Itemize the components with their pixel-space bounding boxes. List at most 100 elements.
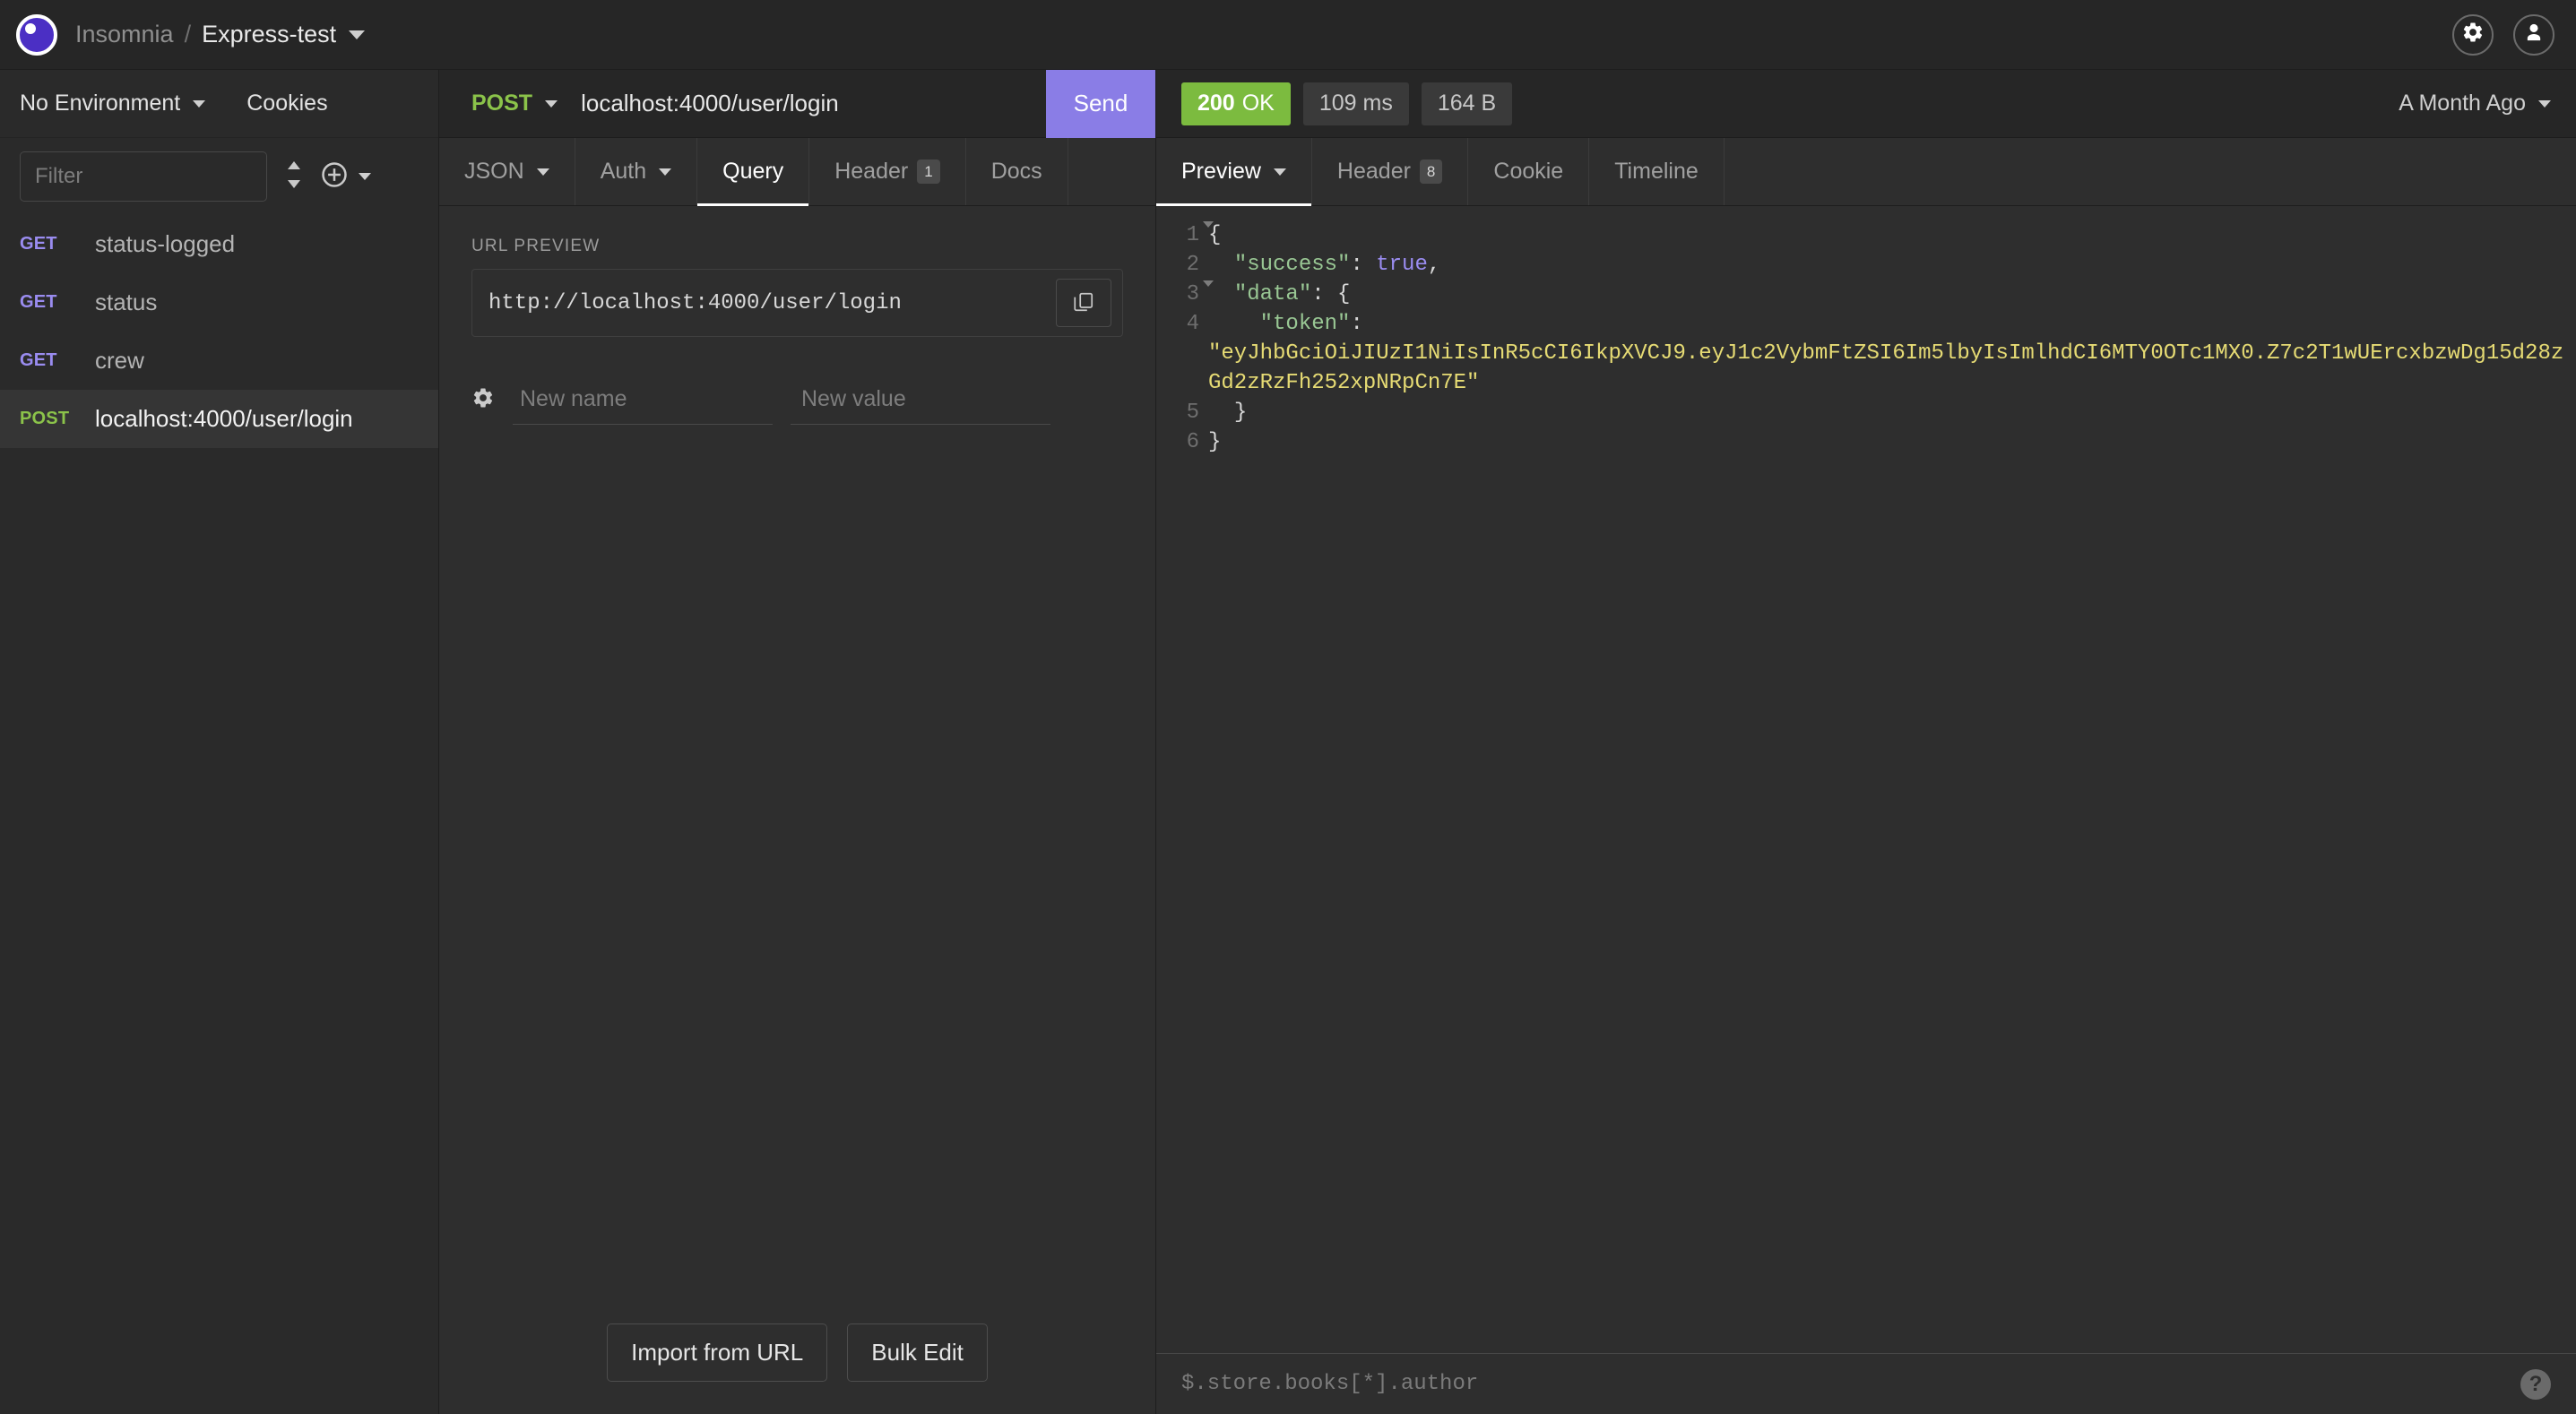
tab-label: Header bbox=[1336, 159, 1411, 184]
request-method-badge: GET bbox=[20, 234, 57, 254]
fold-arrow-icon[interactable] bbox=[1203, 280, 1214, 287]
send-button[interactable]: Send bbox=[1046, 69, 1155, 138]
request-list-item-crew[interactable]: GET crew bbox=[0, 332, 438, 390]
breadcrumb-separator: / bbox=[184, 21, 192, 47]
json-key-token: "token" bbox=[1259, 312, 1351, 336]
request-pane: POST localhost:4000/user/login Send JSON… bbox=[439, 69, 1156, 1414]
line-number: 3 bbox=[1156, 280, 1214, 309]
settings-button[interactable] bbox=[2452, 13, 2494, 56]
sidebar-environment-row: No Environment Cookies bbox=[0, 70, 438, 138]
breadcrumb-workspace-name[interactable]: Express-test bbox=[202, 21, 336, 48]
method-dropdown-caret-icon bbox=[545, 99, 558, 108]
tab-cookie[interactable]: Cookie bbox=[1468, 138, 1590, 205]
filter-input[interactable] bbox=[20, 151, 267, 202]
sidebar: No Environment Cookies Filter GET status… bbox=[0, 70, 439, 1414]
tab-query[interactable]: Query bbox=[697, 138, 810, 206]
breadcrumb-app-name: Insomnia bbox=[75, 21, 174, 47]
cookies-button[interactable]: Cookies bbox=[246, 91, 327, 116]
tab-label: Cookie bbox=[1493, 159, 1564, 184]
jsonpath-filter-input[interactable] bbox=[1181, 1372, 2508, 1396]
param-settings-button[interactable] bbox=[471, 386, 513, 414]
query-param-new-row: New name New value bbox=[471, 375, 1123, 425]
sort-button[interactable] bbox=[283, 160, 305, 194]
response-header-count-badge: 8 bbox=[1419, 160, 1443, 184]
chevron-down-icon bbox=[659, 168, 672, 176]
plus-circle-icon bbox=[321, 161, 348, 193]
jsonpath-filter-bar: ? bbox=[1156, 1353, 2576, 1414]
json-key-data: "data" bbox=[1233, 282, 1312, 306]
response-size-badge[interactable]: 164 B bbox=[1421, 82, 1513, 125]
status-badge[interactable]: 200 OK bbox=[1181, 82, 1291, 125]
line-number: 4 bbox=[1186, 312, 1199, 336]
request-name: status-logged bbox=[95, 230, 236, 257]
account-button[interactable] bbox=[2513, 13, 2554, 56]
line-number-gutter: 1 2 3 4 5 6 bbox=[1156, 220, 1214, 457]
param-value-input[interactable]: New value bbox=[791, 375, 1050, 425]
tab-label: JSON bbox=[464, 159, 524, 184]
url-preview-box: http://localhost:4000/user/login bbox=[471, 269, 1123, 337]
insomnia-app-window: Insomnia / Express-test No Environment C… bbox=[0, 0, 2576, 1414]
response-tabs: Preview Header 8 Cookie Timeline bbox=[1156, 138, 2576, 206]
response-age-label: A Month Ago bbox=[2399, 91, 2526, 116]
import-from-url-button[interactable]: Import from URL bbox=[607, 1323, 828, 1382]
sort-updown-icon bbox=[283, 160, 305, 194]
tab-label: Auth bbox=[600, 159, 647, 184]
request-list-item-status-logged[interactable]: GET status-logged bbox=[0, 215, 438, 273]
add-request-button[interactable] bbox=[321, 161, 371, 193]
workspace-dropdown-caret-icon[interactable] bbox=[349, 30, 366, 39]
request-list: GET status-logged GET status GET crew PO… bbox=[0, 215, 438, 1414]
environment-label: No Environment bbox=[20, 91, 181, 116]
line-number: 1 bbox=[1156, 220, 1214, 250]
request-name: localhost:4000/user/login bbox=[95, 405, 353, 432]
response-time-badge[interactable]: 109 ms bbox=[1302, 82, 1409, 125]
user-avatar-icon bbox=[2522, 21, 2546, 48]
response-history-selector[interactable]: A Month Ago bbox=[2399, 91, 2551, 116]
param-name-input[interactable]: New name bbox=[513, 375, 773, 425]
tab-timeline[interactable]: Timeline bbox=[1589, 138, 1725, 205]
line-number: 5 bbox=[1186, 401, 1199, 425]
tab-label: Header bbox=[834, 159, 909, 184]
bulk-edit-button[interactable]: Bulk Edit bbox=[847, 1323, 988, 1382]
tab-label: Query bbox=[722, 159, 784, 184]
response-pane: 200 OK 109 ms 164 B A Month Ago Preview … bbox=[1156, 70, 2576, 1414]
url-preview-value: http://localhost:4000/user/login bbox=[488, 290, 902, 315]
header-count-badge: 1 bbox=[917, 160, 940, 184]
json-brace: } bbox=[1233, 401, 1248, 425]
tab-response-header[interactable]: Header 8 bbox=[1312, 138, 1469, 205]
json-key-success: "success" bbox=[1233, 253, 1351, 277]
method-selector[interactable]: POST bbox=[439, 91, 558, 116]
json-code-view: 1 2 3 4 5 6 { "success": true, "data": {… bbox=[1156, 206, 2576, 457]
request-name: crew bbox=[95, 347, 144, 374]
tab-auth[interactable]: Auth bbox=[575, 138, 698, 205]
json-brace: } bbox=[1208, 430, 1222, 454]
request-list-item-user-login[interactable]: POST localhost:4000/user/login bbox=[0, 390, 438, 448]
gear-icon bbox=[2461, 21, 2485, 48]
tab-docs[interactable]: Docs bbox=[966, 138, 1068, 205]
tab-header[interactable]: Header 1 bbox=[809, 138, 966, 205]
status-code: 200 bbox=[1197, 91, 1235, 116]
tab-label: Preview bbox=[1181, 159, 1261, 184]
chevron-down-icon bbox=[193, 99, 206, 108]
request-method-badge: GET bbox=[20, 350, 57, 370]
copy-icon bbox=[1072, 290, 1095, 316]
main-body: No Environment Cookies Filter GET status… bbox=[0, 69, 2576, 1414]
url-bar: POST localhost:4000/user/login Send bbox=[439, 69, 1155, 138]
tab-body-json[interactable]: JSON bbox=[439, 138, 575, 205]
tab-label: Docs bbox=[990, 159, 1042, 184]
response-body-viewer[interactable]: 1 2 3 4 5 6 { "success": true, "data": {… bbox=[1156, 206, 2576, 1353]
question-mark-icon: ? bbox=[2528, 1371, 2543, 1396]
tab-preview[interactable]: Preview bbox=[1156, 138, 1312, 206]
json-value-token: "eyJhbGciOiJIUzI1NiIsInR5cCI6IkpXVCJ9.ey… bbox=[1208, 341, 2564, 395]
url-input[interactable]: localhost:4000/user/login bbox=[558, 90, 1046, 117]
title-bar-actions bbox=[2452, 13, 2554, 56]
sidebar-filter-row bbox=[0, 138, 438, 215]
environment-selector[interactable]: No Environment bbox=[20, 91, 206, 116]
fold-arrow-icon[interactable] bbox=[1203, 221, 1214, 228]
jsonpath-help-button[interactable]: ? bbox=[2520, 1368, 2551, 1400]
request-name: status bbox=[95, 289, 158, 315]
copy-url-button[interactable] bbox=[1056, 279, 1111, 327]
tab-label: Timeline bbox=[1614, 159, 1699, 184]
gear-icon bbox=[471, 386, 495, 414]
request-list-item-status[interactable]: GET status bbox=[0, 273, 438, 332]
json-body-text: { "success": true, "data": { "token": "ey… bbox=[1208, 223, 2564, 454]
